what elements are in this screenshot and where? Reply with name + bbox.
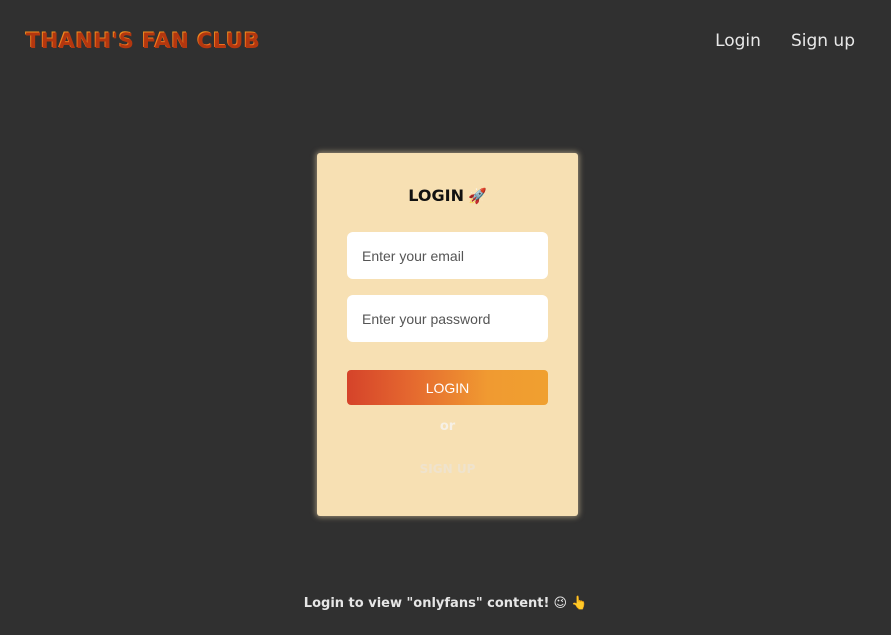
login-button[interactable]: LOGIN bbox=[347, 370, 548, 405]
nav-signup-link[interactable]: Sign up bbox=[791, 31, 855, 51]
login-card: LOGIN🚀 LOGIN or SIGN UP bbox=[317, 153, 578, 516]
login-title: LOGIN 🚀 bbox=[317, 186, 578, 205]
login-title-text: LOGIN bbox=[408, 186, 464, 205]
site-header: THANH'S FAN CLUB Login Sign up bbox=[0, 0, 891, 86]
footer-note: Login to view "onlyfans" content! 😉 👆 bbox=[0, 596, 891, 611]
or-divider-text: or bbox=[439, 419, 456, 434]
site-logo[interactable]: THANH'S FAN CLUB bbox=[25, 28, 259, 52]
wink-emoji-icon: 😉 bbox=[553, 596, 568, 611]
signup-link[interactable]: SIGN UP bbox=[317, 462, 578, 476]
email-field[interactable] bbox=[347, 232, 548, 279]
footer-note-text: Login to view "onlyfans" content! bbox=[303, 596, 550, 611]
pointing-up-emoji-icon: 👆 bbox=[571, 596, 588, 611]
top-nav: Login Sign up bbox=[715, 31, 855, 51]
password-field[interactable] bbox=[347, 295, 548, 342]
nav-login-link[interactable]: Login bbox=[715, 31, 761, 51]
rocket-icon: 🚀 bbox=[468, 187, 487, 205]
